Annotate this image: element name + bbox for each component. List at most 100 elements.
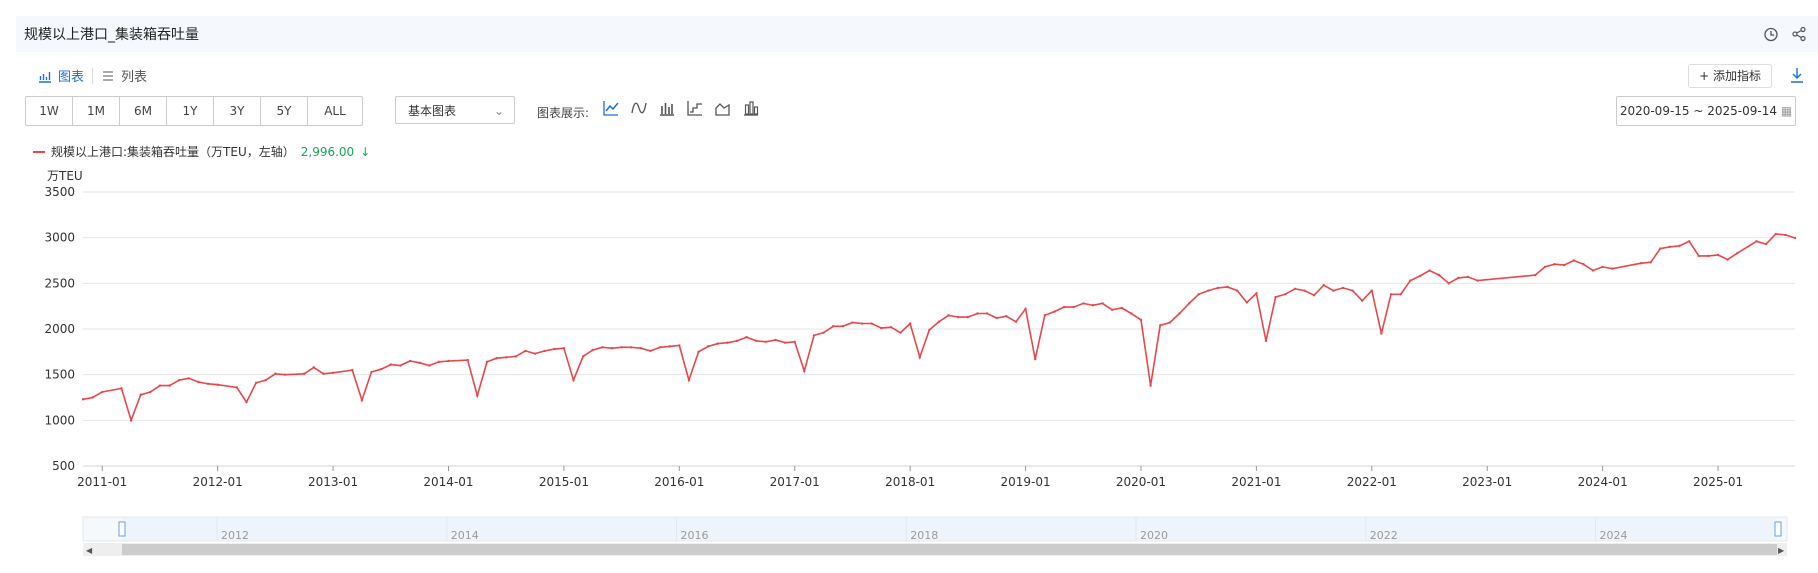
y-tick-label: 1000 [44,413,75,427]
data-point [706,345,710,348]
data-point [1553,262,1556,266]
data-point [1380,332,1383,335]
data-point [1688,240,1691,243]
data-point [197,380,200,384]
data-point [1409,279,1412,282]
data-point [158,384,162,387]
data-point [389,363,392,366]
data-point [870,322,873,325]
data-point [889,325,893,329]
data-point [1418,274,1422,278]
data-point [1168,321,1172,324]
data-point [379,367,383,371]
data-point [716,342,719,345]
x-tick-label: 2018-01 [885,475,935,489]
data-point [1264,339,1268,343]
x-tick-label: 2020-01 [1116,475,1166,489]
data-point [524,349,527,353]
data-point [466,358,469,362]
data-point [783,341,787,344]
data-point [774,338,777,342]
data-point [1082,302,1085,305]
data-point [1793,236,1797,240]
y-tick-label: 2500 [44,276,75,290]
data-point [1130,312,1133,315]
data-point [283,373,287,376]
data-point [1697,254,1701,258]
data-point [1226,285,1229,289]
data-point [1736,251,1739,255]
data-point [399,364,402,367]
data-point [1235,289,1239,292]
data-point [1639,262,1643,265]
y-tick-label: 1500 [44,368,75,382]
navigator-year-label: 2014 [451,529,479,542]
navigator[interactable]: 2012 2014 2016 2018 2020 2022 2024 ◀ ▶ [82,516,1788,556]
data-point [495,357,498,360]
data-points [81,232,1797,422]
line-chart[interactable]: 万TEU 500 1000 1500 2000 2500 3000 3500 2011-01… [0,0,1818,573]
data-point [274,372,277,375]
data-point [918,356,921,359]
data-point [841,325,845,328]
data-point [966,315,970,319]
data-point [1707,254,1710,258]
data-point [1322,283,1325,287]
data-point [1534,273,1537,277]
data-point [697,350,700,354]
navigator-year-label: 2022 [1370,529,1398,542]
data-point [533,352,537,355]
data-point [995,316,998,320]
data-point [1755,240,1758,243]
data-point [1110,308,1114,312]
data-point [976,312,979,315]
data-point [408,359,412,363]
data-point [1014,320,1018,323]
data-point [880,326,883,330]
data-point [1649,261,1652,264]
data-point [1668,245,1672,248]
data-point [216,383,219,386]
data-point [1101,302,1104,305]
data-point [1053,310,1056,313]
x-tick-label: 2021-01 [1231,475,1281,489]
x-tick-label: 2011-01 [77,475,127,489]
data-point [1428,269,1431,272]
navigator-year-label: 2018 [910,529,938,542]
y-axis-label: 万TEU [47,169,83,183]
data-point [1033,357,1037,361]
data-point [1370,289,1374,292]
data-point [1216,286,1220,290]
x-tick-label: 2025-01 [1693,475,1743,489]
data-point [1255,292,1258,295]
navigator-handle-left [118,521,126,537]
data-point [1245,301,1248,304]
data-point [149,390,152,394]
x-tick-label: 2023-01 [1462,475,1512,489]
x-tick-label: 2012-01 [193,475,243,489]
data-point [101,390,104,394]
data-point [235,386,239,389]
data-point [428,364,431,367]
data-point [370,370,373,374]
data-point [553,347,556,351]
data-point [1591,269,1595,272]
data-point [1341,286,1345,290]
data-point [1149,384,1152,387]
data-point [668,345,671,348]
data-point [129,419,133,422]
data-point [1178,312,1181,315]
data-point [1091,304,1095,307]
data-point [1659,247,1662,250]
data-point [437,360,441,364]
navigator-handle-right [1774,521,1782,537]
data-point [418,361,421,364]
chart-grid [83,191,1795,467]
data-point [793,340,796,343]
data-point [562,346,566,350]
data-point [1562,263,1566,267]
data-point [1043,314,1046,317]
data-point [504,356,508,359]
data-point [1332,289,1335,292]
data-point [1351,289,1354,292]
